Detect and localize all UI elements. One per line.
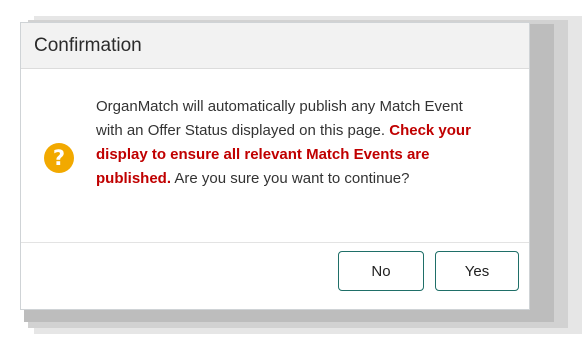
- dialog-body: ? OrganMatch will automatically publish …: [21, 69, 529, 243]
- confirmation-dialog: Confirmation ? OrganMatch will automatic…: [20, 22, 530, 310]
- message-question: Are you sure you want to continue?: [171, 170, 410, 187]
- dialog-title: Confirmation: [34, 34, 142, 56]
- dialog-footer: No Yes: [21, 243, 529, 309]
- dialog-message: OrganMatch will automatically publish an…: [96, 95, 481, 191]
- yes-button[interactable]: Yes: [435, 251, 519, 291]
- dialog-header: Confirmation: [21, 23, 529, 69]
- screen: Confirmation ? OrganMatch will automatic…: [0, 0, 584, 349]
- question-icon: ?: [44, 143, 74, 173]
- no-button[interactable]: No: [338, 251, 424, 291]
